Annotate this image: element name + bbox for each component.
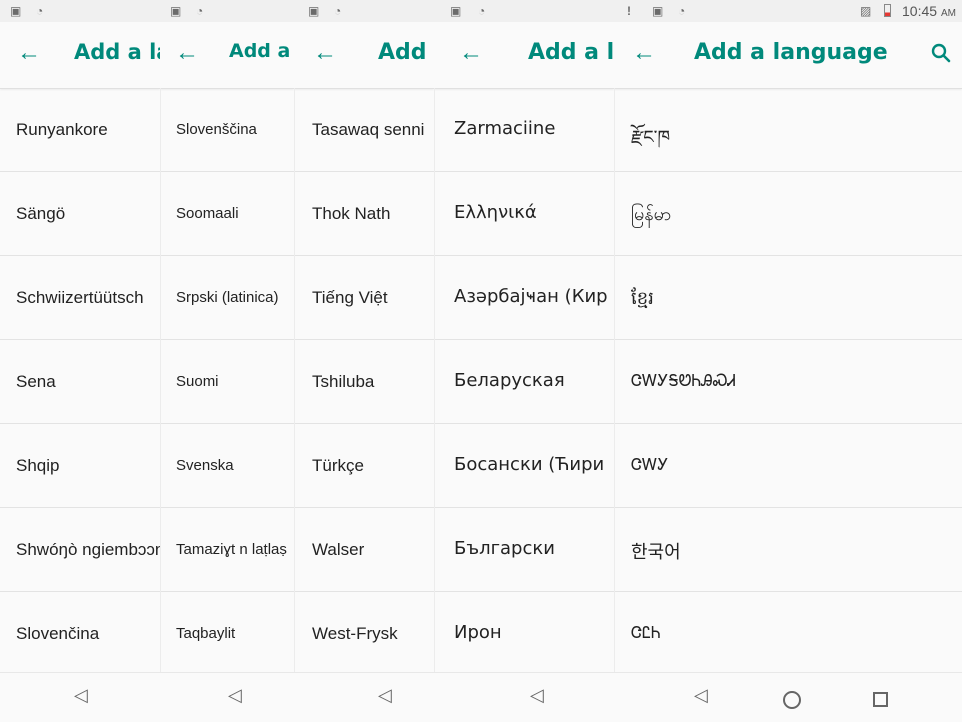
list-item[interactable]: Tshiluba (294, 341, 434, 424)
status-bar: ▣ ◔ (0, 0, 160, 22)
panel-1: ▣ ◔ ← Add a lan Runyankore Sängö Schwiiz… (0, 0, 160, 722)
page-title: Add a lan (74, 40, 160, 64)
list-item[interactable]: Sängö (0, 173, 160, 256)
wifi-icon: ◔ (334, 4, 342, 18)
back-arrow-icon[interactable]: ← (456, 38, 486, 68)
status-time: 10:45 AM (902, 3, 956, 19)
page-title: Add a language (694, 40, 888, 65)
list-item[interactable]: Босански (Ћири (434, 425, 614, 508)
list-item[interactable]: Български (434, 509, 614, 592)
status-bar: ! ▣ ◔ ▨ 10:45 AM (614, 0, 962, 22)
panel-divider (160, 88, 161, 672)
list-item[interactable]: Slovenščina (160, 89, 294, 172)
app-bar: ← Add a (294, 22, 434, 89)
list-item[interactable]: Suomi (160, 341, 294, 424)
list-item[interactable]: Svenska (160, 425, 294, 508)
list-item[interactable]: Ирон (434, 593, 614, 676)
panel-2: ▣ ◔ ← Add a la Slovenščina Soomaali Srps… (160, 0, 294, 722)
battery-icon (884, 4, 891, 17)
list-item[interactable]: Walser (294, 509, 434, 592)
list-item[interactable]: Türkçe (294, 425, 434, 508)
status-bar: ▣ ◔ (160, 0, 294, 22)
app-bar: ← Add a la (434, 22, 614, 89)
list-item[interactable]: Shqip (0, 425, 160, 508)
list-item[interactable]: Tasawaq senni (294, 89, 434, 172)
list-item[interactable]: Sena (0, 341, 160, 424)
wifi-icon: ◔ (36, 4, 44, 18)
page-title: Add a la (528, 40, 614, 65)
list-item[interactable]: Zarmaciine (434, 89, 614, 172)
nav-home-icon[interactable] (783, 691, 801, 709)
list-item[interactable]: West-Frysk (294, 593, 434, 676)
status-bar: ▣ ◔ (294, 0, 434, 22)
nav-bar: ◁ (160, 672, 294, 722)
list-item[interactable]: Shwóŋò ngiembɔɔn (0, 509, 160, 592)
back-arrow-icon[interactable]: ← (172, 38, 202, 68)
nav-recents-icon[interactable] (873, 692, 888, 707)
list-item[interactable]: Taqbaylit (160, 593, 294, 676)
list-item[interactable]: Беларуская (434, 341, 614, 424)
list-item[interactable]: Tiếng Việt (294, 257, 434, 340)
nav-back-icon[interactable]: ◁ (530, 685, 544, 706)
list-item[interactable]: Thok Nath (294, 173, 434, 256)
nav-back-icon[interactable]: ◁ (74, 685, 88, 706)
no-sim-icon: ▨ (860, 4, 872, 18)
list-item[interactable]: Ελληνικά (434, 173, 614, 256)
nav-back-icon[interactable]: ◁ (378, 685, 392, 706)
list-item[interactable]: Soomaali (160, 173, 294, 256)
image-notification-icon: ▣ (450, 4, 462, 18)
list-item[interactable]: ᏣᎳᎩᎦᏬᏂᎯᏍᏗ (614, 341, 962, 424)
nav-bar: ◁ (614, 672, 962, 722)
list-item[interactable]: རྫོང་ཁ (614, 89, 962, 172)
list-item[interactable]: မြန်မာ (614, 173, 962, 256)
list-item[interactable]: Srpski (latinica) (160, 257, 294, 340)
wifi-icon: ◔ (196, 4, 204, 18)
nav-bar: ◁ (434, 672, 614, 722)
back-arrow-icon[interactable]: ← (629, 38, 659, 68)
wifi-icon: ◔ (678, 4, 686, 18)
page-title: Add a la (229, 40, 294, 62)
list-item[interactable]: ខ្មែរ (614, 257, 962, 340)
list-item[interactable]: ᏣᏝᏂ (614, 593, 962, 676)
list-item[interactable]: ᏣᎳᎩ (614, 425, 962, 508)
wifi-icon: ◔ (478, 4, 486, 18)
nav-bar: ◁ (0, 672, 160, 722)
panel-divider (434, 88, 435, 672)
list-item[interactable]: Tamaziɣt n laṭlaṣ (160, 509, 294, 592)
page-title: Add a (378, 40, 434, 65)
panel-divider (614, 88, 615, 672)
panel-5: ! ▣ ◔ ▨ 10:45 AM ← Add a language རྫོང་ཁ… (614, 0, 962, 722)
list-item[interactable]: Schwiizertüütsch (0, 257, 160, 340)
panel-divider (294, 88, 295, 672)
image-notification-icon: ▣ (652, 4, 664, 18)
list-item[interactable]: Slovenčina (0, 593, 160, 676)
back-arrow-icon[interactable]: ← (14, 38, 44, 68)
list-item[interactable]: Runyankore (0, 89, 160, 172)
list-item[interactable]: Азәрбајҹан (Кир (434, 257, 614, 340)
status-bar: ▣ ◔ (434, 0, 614, 22)
nav-back-icon[interactable]: ◁ (228, 685, 242, 706)
app-bar: ← Add a language (614, 22, 962, 89)
search-icon[interactable] (930, 42, 952, 64)
panel-4: ▣ ◔ ← Add a la Zarmaciine Ελληνικά Азәрб… (434, 0, 614, 722)
app-bar: ← Add a lan (0, 22, 160, 89)
panel-3: ▣ ◔ ← Add a Tasawaq senni Thok Nath Tiến… (294, 0, 434, 722)
image-notification-icon: ▣ (308, 4, 320, 18)
nav-bar: ◁ (294, 672, 434, 722)
alert-notification-icon: ! (627, 4, 631, 18)
image-notification-icon: ▣ (170, 4, 182, 18)
app-bar: ← Add a la (160, 22, 294, 89)
back-arrow-icon[interactable]: ← (310, 38, 340, 68)
list-item[interactable]: 한국어 (614, 509, 962, 592)
nav-back-icon[interactable]: ◁ (694, 685, 708, 706)
image-notification-icon: ▣ (10, 4, 22, 18)
